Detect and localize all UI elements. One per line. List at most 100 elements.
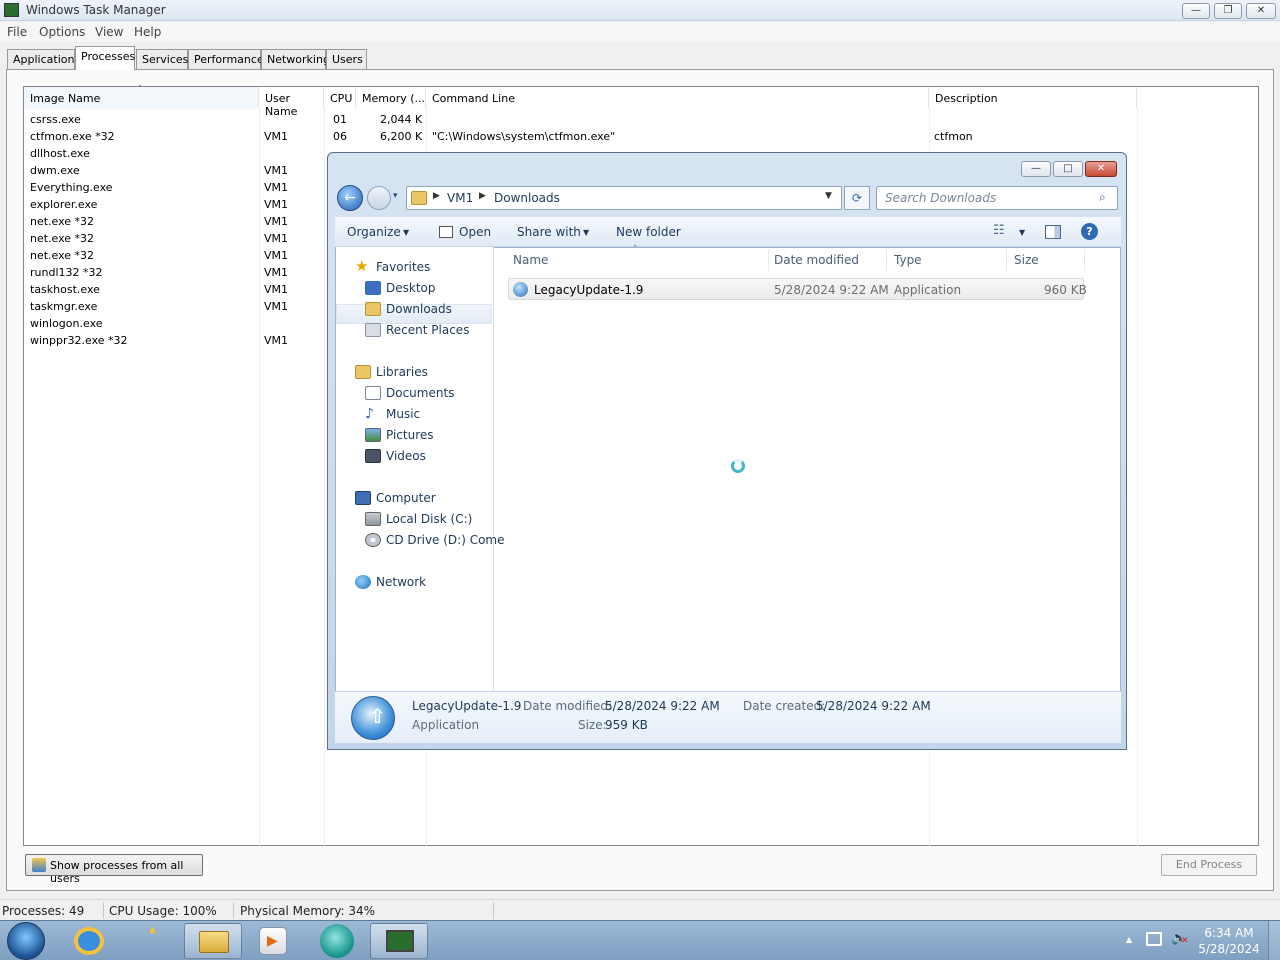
nav-pictures[interactable]: Pictures <box>386 428 434 442</box>
nav-libraries[interactable]: Libraries <box>376 365 428 379</box>
recent-pages-chevron-icon[interactable]: ▾ <box>393 191 398 201</box>
show-all-processes-button[interactable]: Show processes from all users <box>25 854 203 885</box>
column-date-modified[interactable]: Date modified <box>774 253 859 267</box>
file-type: Application <box>894 283 962 297</box>
search-input[interactable]: Search Downloads ⌕ <box>876 186 1118 210</box>
system-clock[interactable]: 6:34 AM 5/28/2024 <box>1196 925 1262 957</box>
taskbar: ▲ ▶ ▲ 🔈 ✕ 6:34 AM 5/28/2024 <box>0 920 1280 960</box>
window-title: Windows Task Manager <box>26 3 166 17</box>
table-row[interactable]: csrss.exe 01 2,044 K <box>24 113 1258 129</box>
nav-documents[interactable]: Documents <box>386 386 454 400</box>
explorer-maximize-button[interactable]: □ <box>1053 161 1083 177</box>
view-options-icon[interactable]: ☷ <box>993 223 1005 238</box>
table-row[interactable]: ctfmon.exe *32 VM1 06 6,200 K "C:\Windows\sy… <box>24 130 1258 146</box>
menu-view[interactable]: View <box>95 25 123 39</box>
preview-pane-icon[interactable] <box>1045 225 1061 239</box>
refresh-button[interactable]: ⟳ <box>844 186 870 210</box>
tab-performance[interactable]: Performance <box>188 49 264 69</box>
nav-recent-places[interactable]: Recent Places <box>386 323 469 337</box>
process-cpu: 01 <box>333 113 347 126</box>
new-folder-button[interactable]: New folder <box>616 225 681 239</box>
show-desktop-button[interactable] <box>1268 921 1280 960</box>
process-description: ctfmon <box>934 130 973 143</box>
breadcrumb-separator-icon: ▶ <box>433 191 440 201</box>
play-icon: ▶ <box>267 933 278 949</box>
share-with-menu[interactable]: Share with <box>517 225 581 239</box>
sort-arrow-icon: ˆ <box>633 245 638 255</box>
process-cpu: 06 <box>333 130 347 143</box>
breadcrumb-vm1[interactable]: VM1 <box>447 191 473 205</box>
close-button[interactable]: ✕ <box>1246 3 1276 19</box>
task-manager-titlebar[interactable]: Windows Task Manager — ❐ ✕ <box>0 0 1280 21</box>
notification-arrow-icon: ▲ <box>149 925 156 935</box>
view-chevron-icon[interactable]: ▼ <box>1019 228 1025 237</box>
app-icon[interactable] <box>320 924 354 958</box>
show-hidden-icons[interactable]: ▲ <box>1126 935 1132 944</box>
file-size: 960 KB <box>1044 283 1087 297</box>
address-bar[interactable]: ▶ VM1 ▶ Downloads ▼ <box>406 186 842 210</box>
process-name: dwm.exe <box>30 164 80 177</box>
explorer-window[interactable]: — □ ✕ ← ▾ ▶ VM1 ▶ Downloads ▼ ⟳ Search D… <box>327 152 1127 750</box>
menu-options[interactable]: Options <box>39 25 85 39</box>
nav-favorites[interactable]: Favorites <box>376 260 430 274</box>
nav-music[interactable]: Music <box>386 407 420 421</box>
computer-icon <box>355 491 371 505</box>
breadcrumb-separator-icon: ▶ <box>479 191 486 201</box>
details-pane: ⇧ LegacyUpdate-1.9 Application Date modi… <box>335 691 1121 743</box>
details-date-created: 5/28/2024 9:22 AM <box>816 699 931 713</box>
back-button[interactable]: ← <box>337 185 363 211</box>
tab-services[interactable]: Services <box>136 49 188 69</box>
column-type[interactable]: Type <box>894 253 922 267</box>
taskbar-explorer[interactable] <box>184 923 242 959</box>
address-dropdown-icon[interactable]: ▼ <box>825 191 832 201</box>
tab-processes[interactable]: Processes <box>75 46 135 70</box>
breadcrumb-downloads[interactable]: Downloads <box>494 191 560 205</box>
help-icon[interactable]: ? <box>1081 223 1098 240</box>
nav-local-disk[interactable]: Local Disk (C:) <box>386 512 472 526</box>
shield-icon <box>32 858 46 872</box>
search-icon[interactable]: ⌕ <box>1099 190 1106 205</box>
tab-networking[interactable]: Networking <box>261 49 330 69</box>
menu-file[interactable]: File <box>7 25 27 39</box>
menu-help[interactable]: Help <box>134 25 161 39</box>
folder-icon <box>411 191 427 205</box>
process-memory: 2,044 K <box>380 113 423 126</box>
media-player-icon[interactable]: ▶ <box>259 927 287 955</box>
command-bar: Organize ▼ Open Share with ▼ New folder … <box>335 217 1121 247</box>
file-row[interactable]: LegacyUpdate-1.9 5/28/2024 9:22 AM Appli… <box>508 278 1087 300</box>
nav-cd-drive[interactable]: CD Drive (D:) Come <box>386 533 505 547</box>
organize-menu[interactable]: Organize <box>347 225 401 239</box>
column-size[interactable]: Size <box>1014 253 1039 267</box>
nav-videos[interactable]: Videos <box>386 449 426 463</box>
explorer-close-button[interactable]: ✕ <box>1085 161 1117 177</box>
explorer-minimize-button[interactable]: — <box>1021 161 1051 177</box>
network-icon <box>355 575 371 589</box>
nav-computer[interactable]: Computer <box>376 491 436 505</box>
nav-downloads[interactable]: Downloads <box>386 302 452 316</box>
start-button[interactable] <box>7 922 45 960</box>
busy-spinner-icon <box>731 459 745 473</box>
minimize-button[interactable]: — <box>1182 3 1210 19</box>
open-icon <box>439 226 453 238</box>
open-button[interactable]: Open <box>459 225 491 239</box>
details-file-name: LegacyUpdate-1.9 <box>412 699 522 713</box>
status-cpu: CPU Usage: 100% <box>109 904 217 918</box>
forward-button[interactable] <box>367 186 391 210</box>
internet-explorer-icon[interactable] <box>74 927 104 955</box>
column-name[interactable]: Name <box>513 253 548 267</box>
nav-network[interactable]: Network <box>376 575 426 589</box>
restore-button[interactable]: ❐ <box>1214 3 1242 19</box>
tab-users[interactable]: Users <box>326 49 367 69</box>
end-process-button[interactable]: End Process <box>1161 854 1257 876</box>
status-bar: Processes: 49 CPU Usage: 100% Physical M… <box>0 899 1280 920</box>
details-date-created-label: Date created: <box>743 699 826 713</box>
mute-x-icon: ✕ <box>1181 936 1189 946</box>
nav-desktop[interactable]: Desktop <box>386 281 436 295</box>
taskbar-task-manager[interactable] <box>370 923 428 959</box>
share-chevron-icon: ▼ <box>583 228 590 237</box>
process-name: csrss.exe <box>30 113 81 126</box>
cd-drive-icon <box>365 533 381 547</box>
tab-applications[interactable]: Applications <box>7 49 80 69</box>
recent-places-icon <box>365 323 381 337</box>
network-tray-icon[interactable] <box>1146 932 1162 946</box>
